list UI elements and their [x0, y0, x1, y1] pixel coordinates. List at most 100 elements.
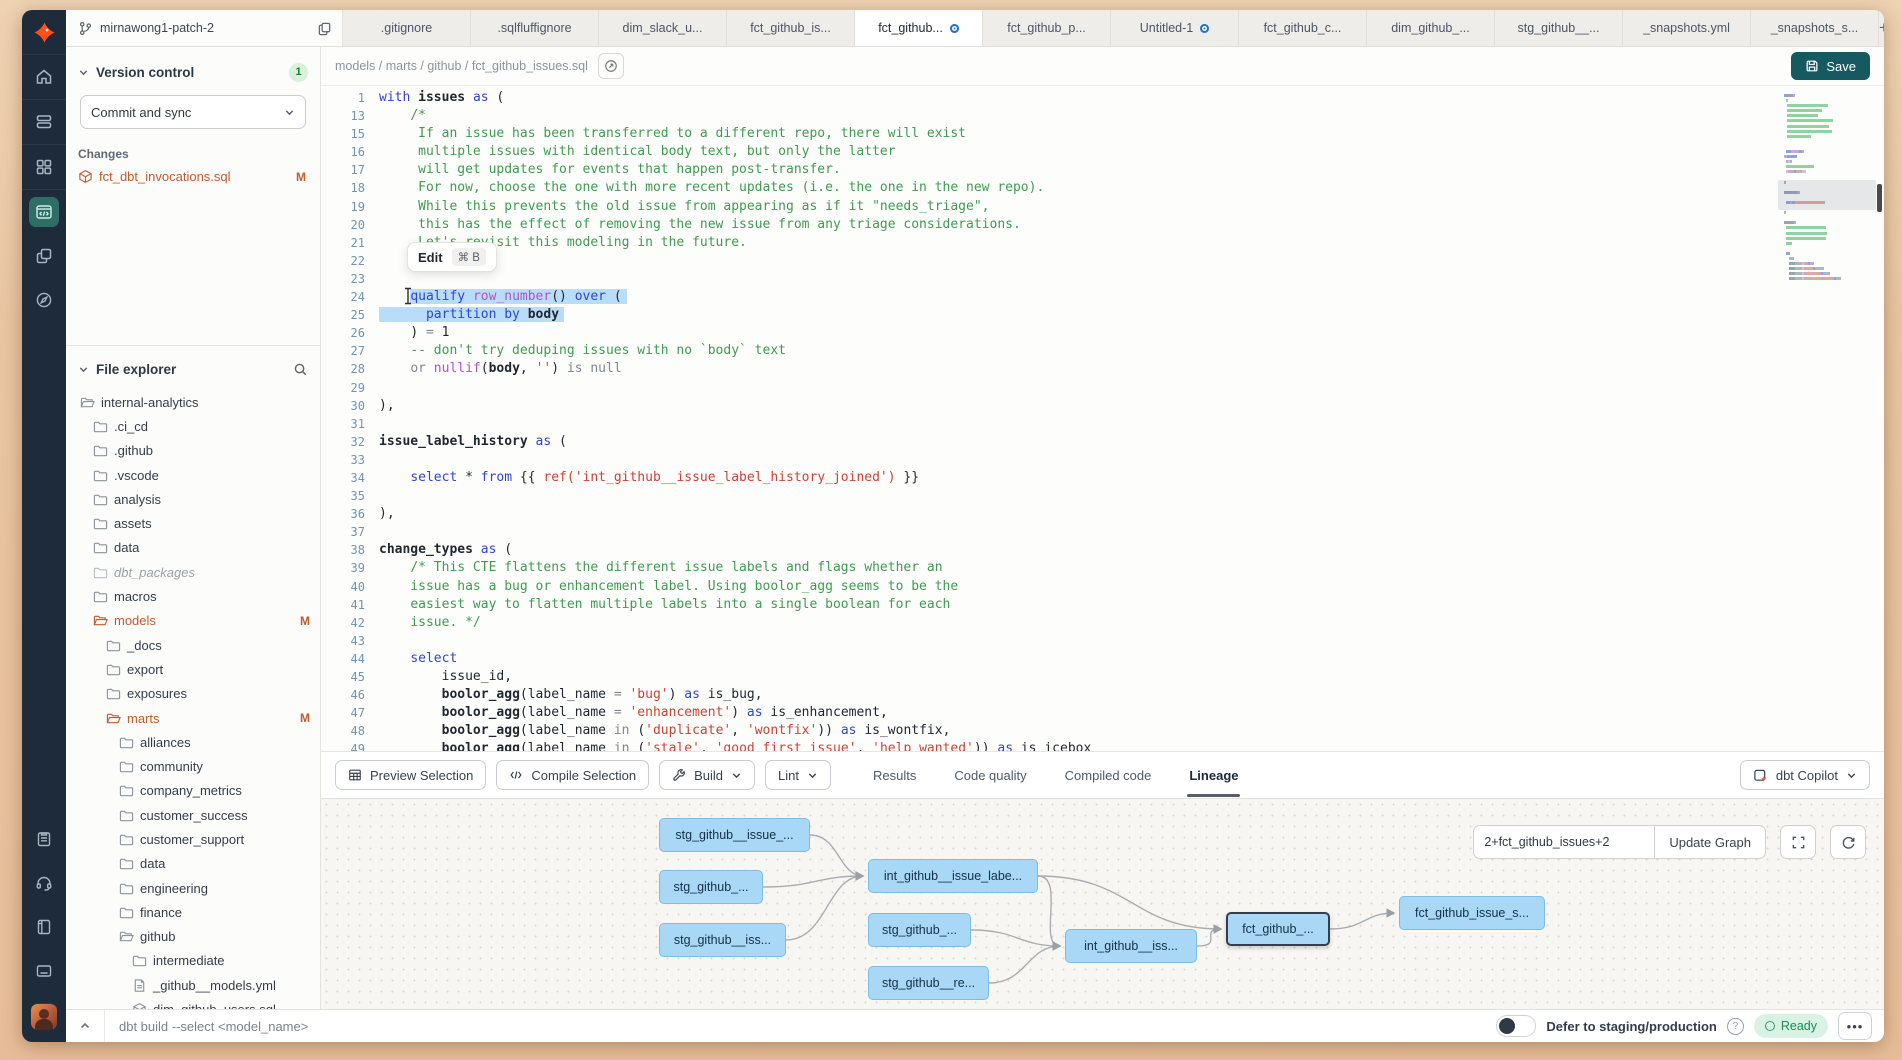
defer-toggle[interactable] — [1496, 1015, 1536, 1037]
code-line-26[interactable]: 26 ) = 1 — [321, 324, 1884, 342]
code-line-24[interactable]: 24 qualify row_number() over ( — [321, 288, 1884, 306]
lineage-node-stg_github_-[interactable]: stg_github_... — [868, 913, 971, 947]
code-line-19[interactable]: 19 While this prevents the old issue fro… — [321, 198, 1884, 216]
lineage-node-int_github__issue_labe-[interactable]: int_github__issue_labe... — [868, 859, 1038, 893]
code-line-20[interactable]: 20 this has the effect of removing the n… — [321, 216, 1884, 234]
lineage-node-fct_github_-[interactable]: fct_github_... — [1226, 912, 1330, 946]
code-line-32[interactable]: 32issue_label_history as ( — [321, 433, 1884, 451]
tree-item-marts[interactable]: martsM — [66, 706, 320, 730]
tab-fct_github_c-[interactable]: fct_github_c... — [1239, 10, 1367, 46]
code-line-36[interactable]: 36), — [321, 505, 1884, 523]
tree-item-_docs[interactable]: _docs — [66, 633, 320, 657]
tree-item-.github[interactable]: .github — [66, 439, 320, 463]
code-line-13[interactable]: 13 /* — [321, 107, 1884, 125]
code-line-23[interactable]: 23 — [321, 270, 1884, 288]
code-line-1[interactable]: 1with issues as ( — [321, 89, 1884, 107]
update-graph-button[interactable]: Update Graph — [1654, 825, 1766, 859]
tree-item-customer_success[interactable]: customer_success — [66, 803, 320, 827]
lineage-node-int_github__iss-[interactable]: int_github__iss... — [1065, 929, 1197, 963]
code-line-40[interactable]: 40 issue has a bug or enhancement label.… — [321, 578, 1884, 596]
editor-scrollbar-thumb[interactable] — [1877, 184, 1882, 212]
tab-Untitled-1[interactable]: Untitled-1 — [1111, 10, 1239, 46]
minimap[interactable] — [1784, 94, 1868, 282]
refresh-graph-button[interactable] — [1830, 825, 1866, 859]
code-line-18[interactable]: 18 For now, choose the one with more rec… — [321, 179, 1884, 197]
code-line-27[interactable]: 27 -- don't try deduping issues with no … — [321, 342, 1884, 360]
lineage-node-stg_github__iss-[interactable]: stg_github__iss... — [659, 923, 786, 957]
user-avatar[interactable] — [31, 1003, 57, 1030]
tab-fct_github-[interactable]: fct_github... — [855, 10, 983, 46]
code-line-42[interactable]: 42 issue. */ — [321, 614, 1884, 632]
preview-selection-button[interactable]: Preview Selection — [335, 760, 486, 790]
code-line-48[interactable]: 48 boolor_agg(label_name in ('duplicate'… — [321, 722, 1884, 740]
tab-fct_github_is-[interactable]: fct_github_is... — [727, 10, 855, 46]
code-line-25[interactable]: 25 partition by body — [321, 306, 1884, 324]
sidebar-item-projects[interactable] — [22, 100, 66, 145]
tree-item-data[interactable]: data — [66, 852, 320, 876]
tab-lineage[interactable]: Lineage — [1187, 762, 1240, 789]
code-line-43[interactable]: 43 — [321, 632, 1884, 650]
sidebar-item-dashboard[interactable] — [22, 145, 66, 190]
tree-item-analysis[interactable]: analysis — [66, 487, 320, 511]
tab-fct_github_p-[interactable]: fct_github_p... — [983, 10, 1111, 46]
version-control-header[interactable]: Version control 1 — [78, 57, 308, 87]
code-line-47[interactable]: 47 boolor_agg(label_name = 'enhancement'… — [321, 704, 1884, 722]
tab--sqlfluffignore[interactable]: .sqlfluffignore — [471, 10, 599, 46]
commit-and-sync-dropdown[interactable]: Commit and sync — [80, 95, 306, 129]
tree-item-.vscode[interactable]: .vscode — [66, 463, 320, 487]
tree-item-engineering[interactable]: engineering — [66, 876, 320, 900]
code-line-28[interactable]: 28 or nullif(body, '') is null — [321, 360, 1884, 378]
sidebar-item-support[interactable] — [22, 861, 66, 905]
lineage-node-stg_github__re-[interactable]: stg_github__re... — [868, 966, 989, 1000]
code-line-30[interactable]: 30), — [321, 397, 1884, 415]
fullscreen-button[interactable] — [1780, 825, 1816, 859]
tree-item-alliances[interactable]: alliances — [66, 730, 320, 754]
tree-item-exposures[interactable]: exposures — [66, 682, 320, 706]
tree-item-github[interactable]: github — [66, 925, 320, 949]
tree-item-customer_support[interactable]: customer_support — [66, 827, 320, 851]
tree-item-_github__models.yml[interactable]: _github__models.yml — [66, 973, 320, 997]
code-line-15[interactable]: 15 If an issue has been transferred to a… — [321, 125, 1884, 143]
save-button[interactable]: Save — [1791, 52, 1870, 80]
code-line-35[interactable]: 35 — [321, 487, 1884, 505]
more-options-button[interactable]: ••• — [1838, 1012, 1872, 1040]
sidebar-item-compare[interactable] — [22, 234, 66, 278]
tree-item-models[interactable]: modelsM — [66, 609, 320, 633]
code-line-17[interactable]: 17 will get updates for events that happ… — [321, 161, 1884, 179]
tree-item-macros[interactable]: macros — [66, 584, 320, 608]
code-line-49[interactable]: 49 boolor_agg(label_name in ('stale', 'g… — [321, 740, 1884, 751]
sidebar-item-home[interactable] — [22, 55, 66, 100]
tree-item-export[interactable]: export — [66, 657, 320, 681]
code-line-34[interactable]: 34 select * from {{ ref('int_github__iss… — [321, 469, 1884, 487]
tree-item-data[interactable]: data — [66, 536, 320, 560]
tree-item-community[interactable]: community — [66, 754, 320, 778]
tab-dim_github_-[interactable]: dim_github_... — [1367, 10, 1495, 46]
search-icon[interactable] — [293, 362, 308, 377]
tree-item-finance[interactable]: finance — [66, 900, 320, 924]
code-line-46[interactable]: 46 boolor_agg(label_name = 'bug') as is_… — [321, 686, 1884, 704]
collapse-command-bar-button[interactable] — [66, 1010, 105, 1042]
tab-_snapshots-yml[interactable]: _snapshots.yml — [1623, 10, 1751, 46]
tab-code-quality[interactable]: Code quality — [952, 762, 1028, 789]
branch-selector[interactable]: mirnawong1-patch-2 — [66, 10, 343, 46]
code-area[interactable]: 1with issues as (13 /*15 If an issue has… — [321, 86, 1884, 751]
tab-_snapshots_s-[interactable]: _snapshots_s... — [1751, 10, 1879, 46]
tab--gitignore[interactable]: .gitignore — [343, 10, 471, 46]
code-line-21[interactable]: 21 Let's revisit this modeling in the fu… — [321, 234, 1884, 252]
command-input[interactable]: dbt build --select <model_name> — [119, 1019, 308, 1034]
tree-item-internal-analytics[interactable]: internal-analytics — [66, 390, 320, 414]
tree-item-company_metrics[interactable]: company_metrics — [66, 779, 320, 803]
copy-icon[interactable] — [317, 21, 332, 36]
tree-item-.ci_cd[interactable]: .ci_cd — [66, 414, 320, 438]
tab-stg_github__-[interactable]: stg_github__... — [1495, 10, 1623, 46]
tree-item-dbt_packages[interactable]: dbt_packages — [66, 560, 320, 584]
help-icon[interactable]: ? — [1727, 1018, 1744, 1035]
lint-button[interactable]: Lint — [765, 760, 831, 790]
code-line-38[interactable]: 38change_types as ( — [321, 541, 1884, 559]
changed-file-row[interactable]: fct_dbt_invocations.sql M — [78, 169, 308, 184]
edit-popup[interactable]: Edit ⌘ B — [407, 242, 497, 272]
dbt-copilot-button[interactable]: dbt Copilot — [1740, 760, 1870, 790]
compile-selection-button[interactable]: Compile Selection — [496, 760, 649, 790]
code-line-41[interactable]: 41 easiest way to flatten multiple label… — [321, 596, 1884, 614]
tab-results[interactable]: Results — [871, 762, 918, 789]
